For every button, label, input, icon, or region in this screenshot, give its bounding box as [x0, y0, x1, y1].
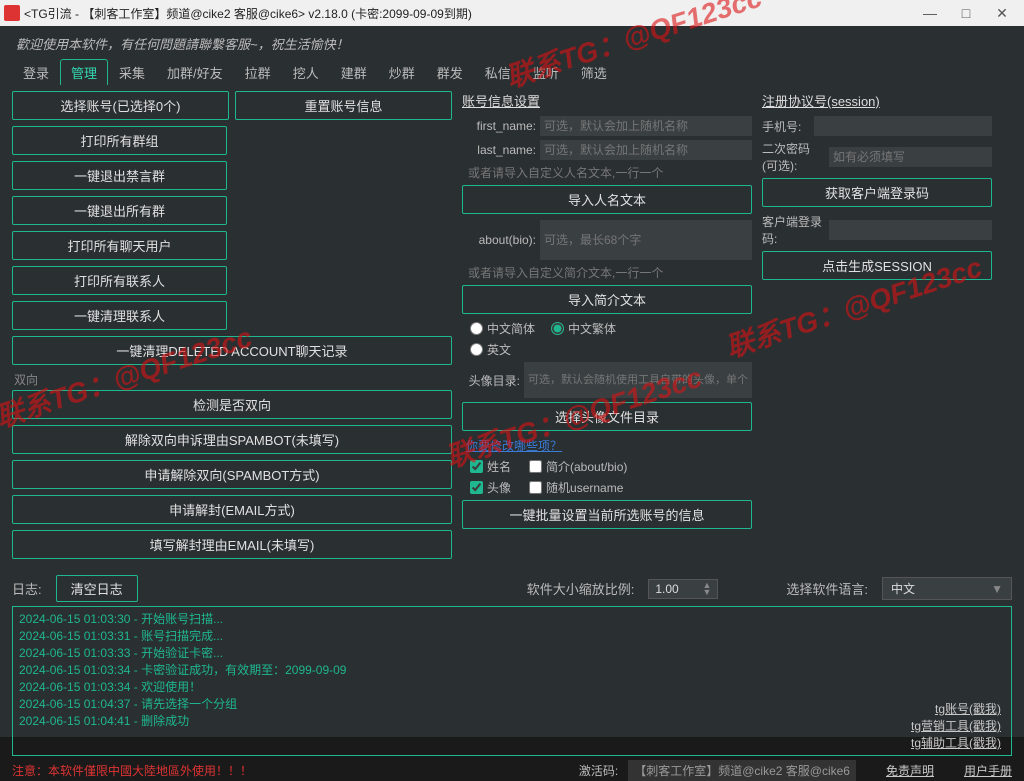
batch-set-button[interactable]: 一键批量设置当前所选账号的信息: [462, 500, 752, 529]
tab-bar: 登录 管理 采集 加群/好友 拉群 挖人 建群 炒群 群发 私信 监听 筛选: [12, 59, 1012, 85]
get-code-button[interactable]: 获取客户端登录码: [762, 178, 992, 207]
log-link-account[interactable]: tg账号(戳我): [911, 700, 1001, 717]
reset-account-button[interactable]: 重置账号信息: [235, 91, 452, 120]
about-input[interactable]: [540, 220, 752, 260]
chk-avatar[interactable]: 头像: [470, 479, 511, 496]
log-line: 2024-06-15 01:03:33 - 开始验证卡密...: [19, 645, 1005, 662]
avatar-input[interactable]: [524, 362, 752, 398]
apply-unban-button[interactable]: 申请解封(EMAIL方式): [12, 495, 452, 524]
log-line: 2024-06-15 01:04:41 - 删除成功: [19, 713, 1005, 730]
tab-collect[interactable]: 采集: [108, 59, 156, 85]
log-line: 2024-06-15 01:03:30 - 开始账号扫描...: [19, 611, 1005, 628]
bio-hint: 或者请导入自定义简介文本,一行一个: [468, 264, 752, 281]
code-label: 客户端登录码:: [762, 213, 825, 247]
first-name-label: first_name:: [462, 119, 536, 133]
apply-remove-button[interactable]: 申请解除双向(SPAMBOT方式): [12, 460, 452, 489]
welcome-text: 歡迎使用本软件，有任何問題請聯繫客服~，祝生活愉快！: [16, 34, 1008, 53]
last-name-label: last_name:: [462, 143, 536, 157]
tab-filter[interactable]: 筛选: [570, 59, 618, 85]
close-button[interactable]: ✕: [984, 2, 1020, 24]
first-name-input[interactable]: [540, 116, 752, 136]
maximize-button[interactable]: □: [948, 2, 984, 24]
names-hint: 或者请导入自定义人名文本,一行一个: [468, 164, 752, 181]
tab-login[interactable]: 登录: [12, 59, 60, 85]
session-section: 注册协议号(session): [762, 91, 992, 110]
log-line: 2024-06-15 01:03:34 - 卡密验证成功，有效期至：2099-0…: [19, 662, 1005, 679]
chk-random-username[interactable]: 随机username: [529, 479, 623, 496]
tab-dm[interactable]: 私信: [474, 59, 522, 85]
avatar-label: 头像目录:: [462, 372, 520, 389]
clean-contacts-button[interactable]: 一键清理联系人: [12, 301, 227, 330]
tab-massgroup[interactable]: 群发: [426, 59, 474, 85]
import-names-button[interactable]: 导入人名文本: [462, 185, 752, 214]
chk-bio[interactable]: 简介(about/bio): [529, 458, 627, 475]
tab-creategroup[interactable]: 建群: [330, 59, 378, 85]
tab-addgroup[interactable]: 加群/好友: [156, 59, 234, 85]
log-label: 日志:: [12, 579, 42, 598]
phone-label: 手机号:: [762, 118, 810, 135]
chk-name[interactable]: 姓名: [470, 458, 511, 475]
activation-label: 激活码:: [579, 762, 618, 779]
language-select[interactable]: 中文▼: [882, 577, 1012, 600]
tab-pullgroup[interactable]: 拉群: [234, 59, 282, 85]
log-line: 2024-06-15 01:03:34 - 欢迎使用！: [19, 679, 1005, 696]
manual-link[interactable]: 用户手册: [964, 762, 1012, 779]
about-label: about(bio):: [462, 233, 536, 247]
titlebar: <TG引流 - 【刺客工作室】频道@cike2 客服@cike6> v2.18.…: [0, 0, 1024, 26]
radio-traditional[interactable]: 中文繁体: [551, 320, 616, 337]
check-bidir-button[interactable]: 检测是否双向: [12, 390, 452, 419]
clean-deleted-button[interactable]: 一键清理DELETED ACCOUNT聊天记录: [12, 336, 452, 365]
tab-manage[interactable]: 管理: [60, 59, 108, 85]
tab-dig[interactable]: 挖人: [282, 59, 330, 85]
zoom-label: 软件大小缩放比例:: [527, 579, 635, 598]
print-contacts-button[interactable]: 打印所有联系人: [12, 266, 227, 295]
lang-label: 选择软件语言:: [786, 579, 868, 598]
region-warning: 注意：本软件僅限中國大陸地區外使用！！！: [12, 762, 252, 779]
remove-bidir-button[interactable]: 解除双向申诉理由SPAMBOT(未填写): [12, 425, 452, 454]
print-groups-button[interactable]: 打印所有群组: [12, 126, 227, 155]
fill-unban-button[interactable]: 填写解封理由EMAIL(未填写): [12, 530, 452, 559]
zoom-spinner[interactable]: 1.00▲▼: [648, 579, 718, 599]
import-bio-button[interactable]: 导入简介文本: [462, 285, 752, 314]
select-avatar-button[interactable]: 选择头像文件目录: [462, 402, 752, 431]
minimize-button[interactable]: —: [912, 2, 948, 24]
log-link-marketing[interactable]: tg营销工具(戳我): [911, 717, 1001, 734]
log-box: 2024-06-15 01:03:30 - 开始账号扫描... 2024-06-…: [12, 606, 1012, 756]
disclaimer-link[interactable]: 免责声明: [886, 762, 934, 779]
log-line: 2024-06-15 01:04:37 - 请先选择一个分组: [19, 696, 1005, 713]
log-line: 2024-06-15 01:03:31 - 账号扫描完成...: [19, 628, 1005, 645]
exit-all-button[interactable]: 一键退出所有群: [12, 196, 227, 225]
clear-log-button[interactable]: 清空日志: [56, 575, 138, 602]
tab-monitor[interactable]: 监听: [522, 59, 570, 85]
radio-english[interactable]: 英文: [470, 341, 511, 358]
bidir-label: 双向: [14, 371, 452, 388]
last-name-input[interactable]: [540, 140, 752, 160]
phone-input[interactable]: [814, 116, 992, 136]
code-input[interactable]: [829, 220, 992, 240]
print-chat-users-button[interactable]: 打印所有聊天用户: [12, 231, 227, 260]
select-account-button[interactable]: 选择账号(已选择0个): [12, 91, 229, 120]
exit-banned-button[interactable]: 一键退出禁言群: [12, 161, 227, 190]
app-icon: [4, 5, 20, 21]
tab-frygroup[interactable]: 炒群: [378, 59, 426, 85]
pwd-input[interactable]: [829, 147, 992, 167]
account-info-section: 账号信息设置: [462, 91, 752, 110]
activation-value: 【刺客工作室】频道@cike2 客服@cike6: [628, 760, 856, 781]
radio-simplified[interactable]: 中文简体: [470, 320, 535, 337]
gen-session-button[interactable]: 点击生成SESSION: [762, 251, 992, 280]
pwd-label: 二次密码(可选):: [762, 140, 825, 174]
modify-question: 你要修改哪些项？: [466, 437, 752, 454]
window-title: <TG引流 - 【刺客工作室】频道@cike2 客服@cike6> v2.18.…: [24, 5, 912, 22]
